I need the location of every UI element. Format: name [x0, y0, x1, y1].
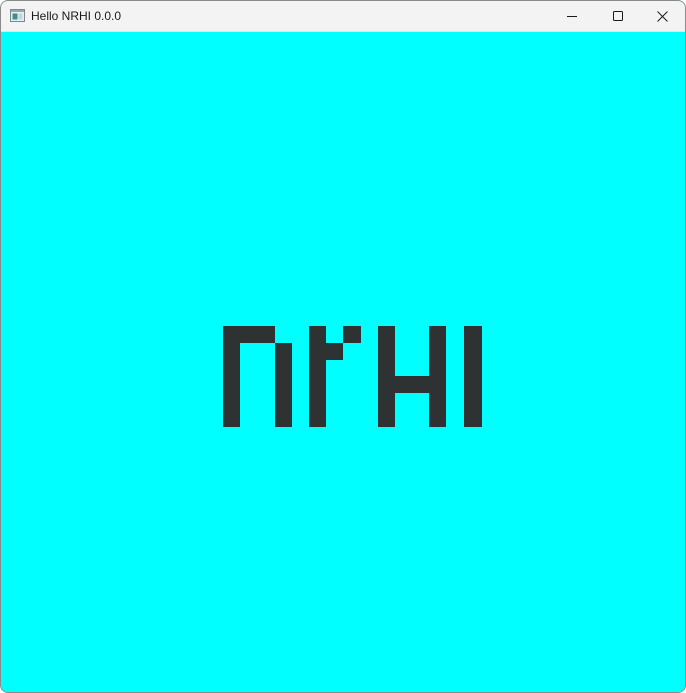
app-window-icon [10, 9, 25, 22]
nrhi-pixel-logo [223, 326, 482, 427]
logo-r-top [343, 326, 361, 343]
logo-n-right-stem [275, 343, 292, 427]
logo-h-right-stem [429, 326, 446, 427]
minimize-icon [567, 11, 577, 21]
close-icon [656, 10, 668, 22]
maximize-icon [613, 11, 623, 21]
close-button[interactable] [639, 1, 685, 31]
render-canvas[interactable] [1, 32, 685, 692]
app-window: Hello NRHI 0.0.0 [0, 0, 686, 693]
logo-r-stem [309, 326, 326, 427]
logo-h-crossbar [395, 376, 429, 393]
logo-i-stem [464, 326, 482, 427]
logo-r-shoulder [326, 343, 343, 360]
logo-n-top-right [258, 326, 275, 343]
title-bar[interactable]: Hello NRHI 0.0.0 [1, 1, 685, 32]
logo-h-left-stem [378, 326, 395, 427]
window-title: Hello NRHI 0.0.0 [31, 9, 122, 23]
maximize-button[interactable] [595, 1, 641, 31]
minimize-button[interactable] [549, 1, 595, 31]
